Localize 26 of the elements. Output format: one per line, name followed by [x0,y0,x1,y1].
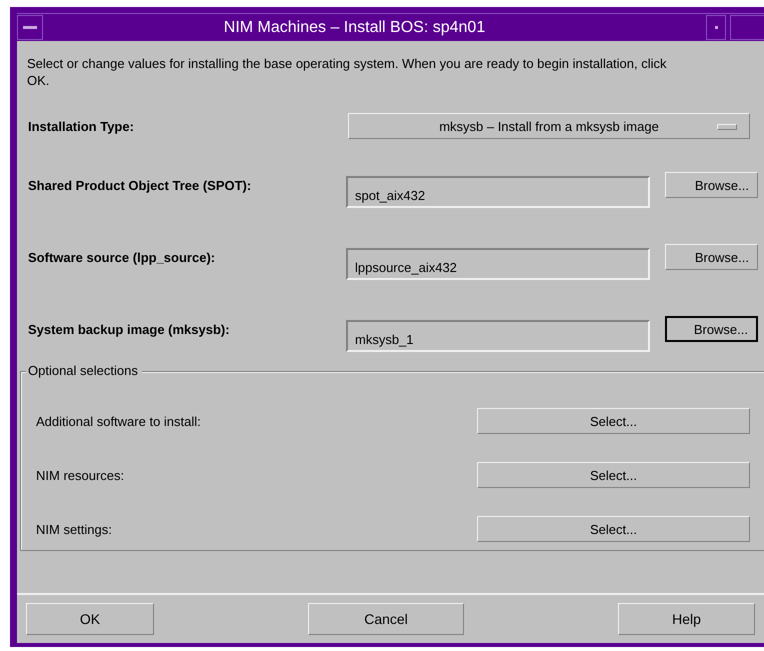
input-field[interactable]: mksysb_1 [346,320,650,352]
select-button[interactable]: Select... [477,516,750,542]
field-label: Software source (lpp_source): [28,250,216,264]
window-title: NIM Machines – Install BOS: sp4n01 [222,18,486,36]
input-field[interactable]: spot_aix432 [346,176,650,208]
dropdown-indicator-icon [717,124,737,130]
group-title: Optional selections [26,363,142,378]
description-text: Select or change values for installing the base operating system. When you are ready to begin installation, click OK. [26,55,668,90]
browse-button[interactable]: Browse... [665,316,758,342]
option-label: NIM resources: [36,468,126,482]
minimize-button[interactable] [706,15,726,40]
dialog-button[interactable]: Help [618,603,755,635]
browse-button[interactable]: Browse... [665,172,758,198]
option-label: NIM settings: [36,522,113,536]
field-label: System backup image (mksysb): [28,322,231,336]
dialog-button[interactable]: Cancel [308,603,464,635]
input-field[interactable]: lppsource_aix432 [346,248,650,280]
field-label: Shared Product Object Tree (SPOT): [28,178,252,192]
dialog-button[interactable]: OK [26,603,154,635]
window-menu-button[interactable] [17,15,43,40]
field-label: Installation Type: [28,118,135,134]
browse-button[interactable]: Browse... [665,244,758,270]
option-label: Additional software to install: [36,414,202,428]
select-button[interactable]: Select... [477,462,750,488]
installation-type-dropdown[interactable]: mksysb – Install from a mksysb image [348,113,750,139]
select-button[interactable]: Select... [477,408,750,434]
